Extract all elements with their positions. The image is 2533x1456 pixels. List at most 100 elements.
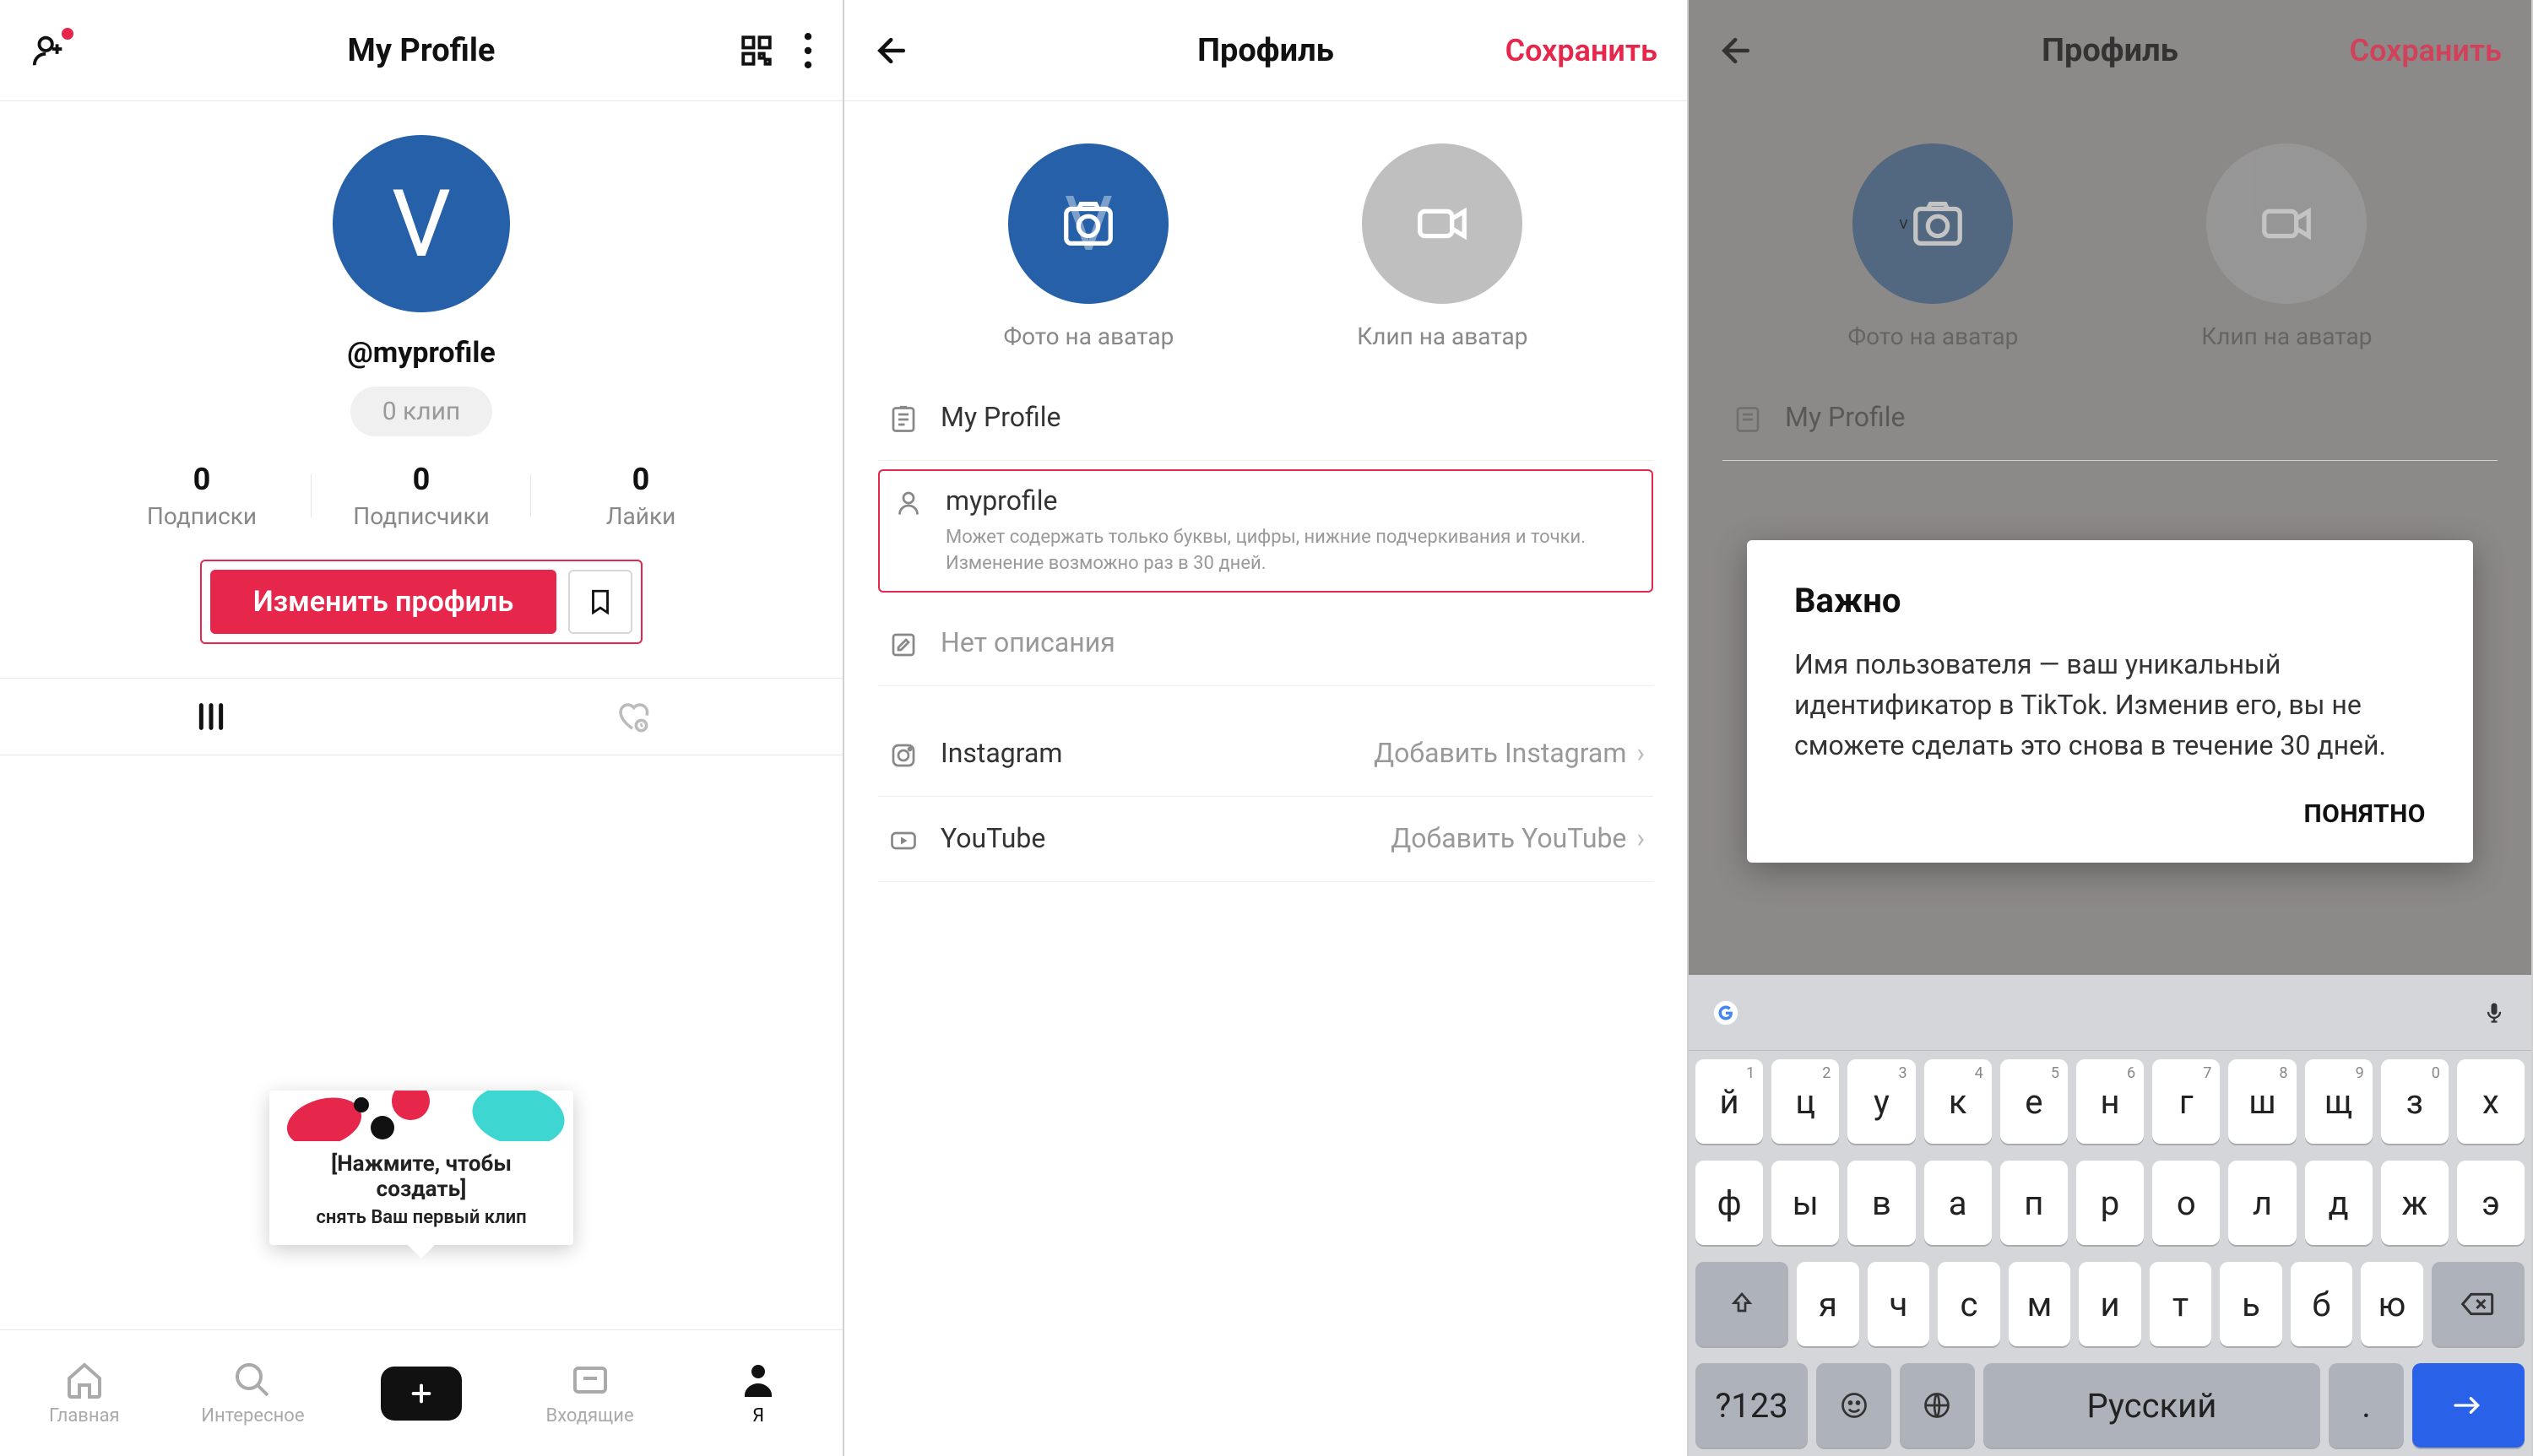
form-list: My Profile myprofileМожет содержать толь… <box>844 376 1687 882</box>
key-space[interactable]: Русский <box>1983 1363 2320 1448</box>
key-symbols[interactable]: ?123 <box>1695 1363 1808 1448</box>
dialog-panel: Профиль Сохранить V Фото на аватар Клип … <box>1689 0 2533 1456</box>
stat-followers[interactable]: 0Подписчики <box>312 462 531 530</box>
key-з[interactable]: з0 <box>2381 1059 2449 1144</box>
hint-sub: снять Ваш первый клип <box>288 1207 555 1228</box>
avatar-video-option[interactable]: Клип на аватар <box>1357 143 1527 350</box>
nav-me[interactable]: Я <box>674 1360 843 1426</box>
key-б[interactable]: б <box>2291 1262 2353 1346</box>
key-backspace[interactable] <box>2432 1262 2525 1346</box>
chevron-right-icon: › <box>1636 822 1645 854</box>
key-а[interactable]: а <box>1924 1161 1992 1245</box>
dialog-title: Важно <box>1794 581 2426 620</box>
suggestion-bar <box>1689 975 2531 1051</box>
edit-profile-panel: Профиль Сохранить V Фото на аватар Клип … <box>844 0 1689 1456</box>
key-и[interactable]: и <box>2079 1262 2141 1346</box>
avatar-options: V Фото на аватар Клип на аватар <box>844 101 1687 376</box>
bookmark-button[interactable] <box>568 570 632 634</box>
key-е[interactable]: е5 <box>2000 1059 2068 1144</box>
key-у[interactable]: у3 <box>1847 1059 1915 1144</box>
nav-inbox[interactable]: Входящие <box>506 1360 675 1426</box>
key-enter[interactable] <box>2412 1363 2525 1448</box>
row-youtube[interactable]: YouTube Добавить YouTube› <box>878 797 1653 882</box>
key-ь[interactable]: ь <box>2220 1262 2282 1346</box>
row-name: My Profile <box>1722 376 2498 461</box>
chevron-right-icon: › <box>1636 737 1645 769</box>
key-ж[interactable]: ж <box>2381 1161 2449 1245</box>
edit-row: Изменить профиль <box>200 560 643 644</box>
bottom-nav: Главная Интересное Входящие Я <box>0 1329 843 1456</box>
instagram-icon <box>887 737 920 771</box>
key-о[interactable]: о <box>2152 1161 2220 1245</box>
key-period[interactable]: . <box>2329 1363 2404 1448</box>
profile-header: My Profile <box>0 0 843 101</box>
profile-panel: My Profile V @myprofile 0 клип 0Подписки… <box>0 0 844 1456</box>
key-с[interactable]: с <box>1938 1262 2000 1346</box>
edit-profile-button[interactable]: Изменить профиль <box>210 570 556 634</box>
add-friend-icon[interactable] <box>30 31 68 70</box>
key-т[interactable]: т <box>2150 1262 2212 1346</box>
tab-liked[interactable] <box>421 679 843 755</box>
nav-discover[interactable]: Интересное <box>169 1360 338 1426</box>
tab-grid[interactable] <box>0 679 421 755</box>
row-name[interactable]: My Profile <box>878 376 1653 461</box>
key-к[interactable]: к4 <box>1924 1059 1992 1144</box>
key-ц[interactable]: ц2 <box>1771 1059 1839 1144</box>
row-instagram[interactable]: Instagram Добавить Instagram› <box>878 712 1653 797</box>
key-emoji[interactable] <box>1816 1363 1891 1448</box>
avatar-video-option: Клип на аватар <box>2201 143 2372 350</box>
key-р[interactable]: р <box>2076 1161 2144 1245</box>
key-я[interactable]: я <box>1797 1262 1859 1346</box>
avatar[interactable]: V <box>333 135 510 312</box>
key-э[interactable]: э <box>2457 1161 2525 1245</box>
key-м[interactable]: м <box>2009 1262 2071 1346</box>
google-icon[interactable] <box>1706 993 1746 1033</box>
back-icon[interactable] <box>874 32 911 69</box>
username-label: @myprofile <box>347 336 495 370</box>
key-ф[interactable]: ф <box>1695 1161 1763 1245</box>
person-icon <box>892 484 925 518</box>
clip-count-pill[interactable]: 0 клип <box>350 387 493 436</box>
nav-create[interactable] <box>337 1367 506 1421</box>
row-username[interactable]: myprofileМожет содержать только буквы, ц… <box>878 469 1653 593</box>
create-hint-card[interactable]: [Нажмите, чтобы создать] снять Ваш первы… <box>269 1091 573 1245</box>
key-п[interactable]: п <box>2000 1161 2068 1245</box>
key-ч[interactable]: ч <box>1868 1262 1930 1346</box>
key-н[interactable]: н6 <box>2076 1059 2144 1144</box>
page-title: My Profile <box>348 32 496 69</box>
key-в[interactable]: в <box>1847 1161 1915 1245</box>
dialog-body: Имя пользователя — ваш уникальный иденти… <box>1794 644 2426 766</box>
key-й[interactable]: й1 <box>1695 1059 1763 1144</box>
avatar-photo-option: V Фото на аватар <box>1847 143 2018 350</box>
stat-following[interactable]: 0Подписки <box>92 462 312 530</box>
key-щ[interactable]: щ9 <box>2305 1059 2373 1144</box>
key-shift[interactable] <box>1695 1262 1788 1346</box>
youtube-icon <box>887 822 920 856</box>
profile-content: V @myprofile 0 клип 0Подписки 0Подписчик… <box>0 101 843 1456</box>
key-л[interactable]: л <box>2228 1161 2296 1245</box>
key-д[interactable]: д <box>2305 1161 2373 1245</box>
name-icon <box>887 401 920 435</box>
edit-icon <box>887 626 920 660</box>
stat-likes[interactable]: 0Лайки <box>531 462 751 530</box>
key-х[interactable]: х <box>2457 1059 2525 1144</box>
key-ш[interactable]: ш8 <box>2228 1059 2296 1144</box>
more-icon[interactable] <box>803 33 813 68</box>
row-bio[interactable]: Нет описания <box>878 601 1653 686</box>
edit-header: Профиль Сохранить <box>1689 0 2531 101</box>
key-г[interactable]: г7 <box>2152 1059 2220 1144</box>
back-icon[interactable] <box>1718 32 1755 69</box>
page-title: Профиль <box>2042 32 2178 69</box>
avatar-photo-option[interactable]: V Фото на аватар <box>1003 143 1174 350</box>
dialog-ok-button[interactable]: ПОНЯТНО <box>1794 799 2426 829</box>
stats-row: 0Подписки 0Подписчики 0Лайки <box>92 462 751 530</box>
save-button[interactable]: Сохранить <box>1505 33 1657 68</box>
warning-dialog: Важно Имя пользователя — ваш уникальный … <box>1747 540 2473 863</box>
key-ю[interactable]: ю <box>2361 1262 2423 1346</box>
save-button[interactable]: Сохранить <box>2350 33 2502 68</box>
nav-home[interactable]: Главная <box>0 1360 169 1426</box>
key-ы[interactable]: ы <box>1771 1161 1839 1245</box>
qr-icon[interactable] <box>739 33 774 68</box>
mic-icon[interactable] <box>2474 993 2514 1033</box>
key-language[interactable] <box>1900 1363 1975 1448</box>
